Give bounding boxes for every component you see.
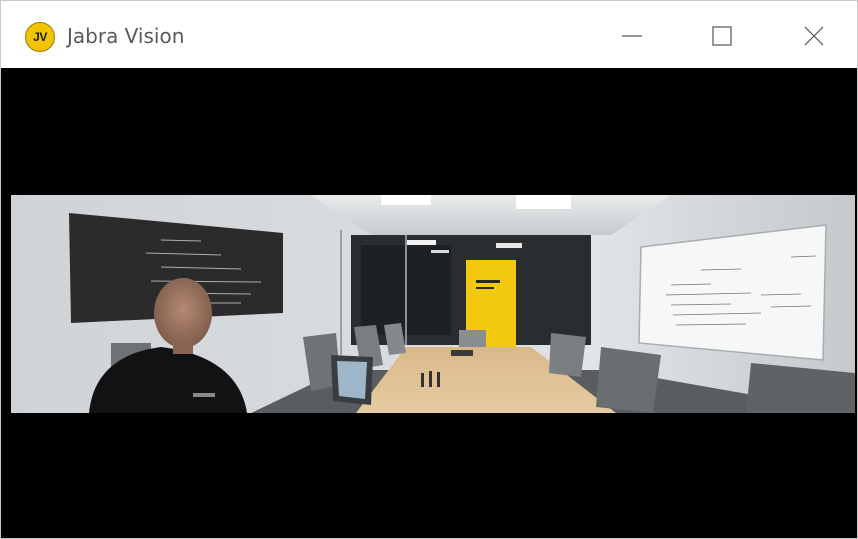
close-icon xyxy=(804,26,824,46)
app-window: JV Jabra Vision xyxy=(0,0,858,539)
maximize-button[interactable] xyxy=(697,13,747,59)
jabra-vision-logo-icon: JV xyxy=(25,22,55,52)
window-title: Jabra Vision xyxy=(67,24,185,48)
logo-text: JV xyxy=(33,30,47,44)
panoramic-room-view xyxy=(11,195,855,413)
camera-video-feed xyxy=(1,68,857,538)
conference-room-image xyxy=(11,195,855,413)
minimize-icon xyxy=(622,35,642,37)
close-button[interactable] xyxy=(789,13,839,59)
minimize-button[interactable] xyxy=(607,13,657,59)
maximize-icon xyxy=(712,26,732,46)
title-bar[interactable]: JV Jabra Vision xyxy=(1,1,857,68)
